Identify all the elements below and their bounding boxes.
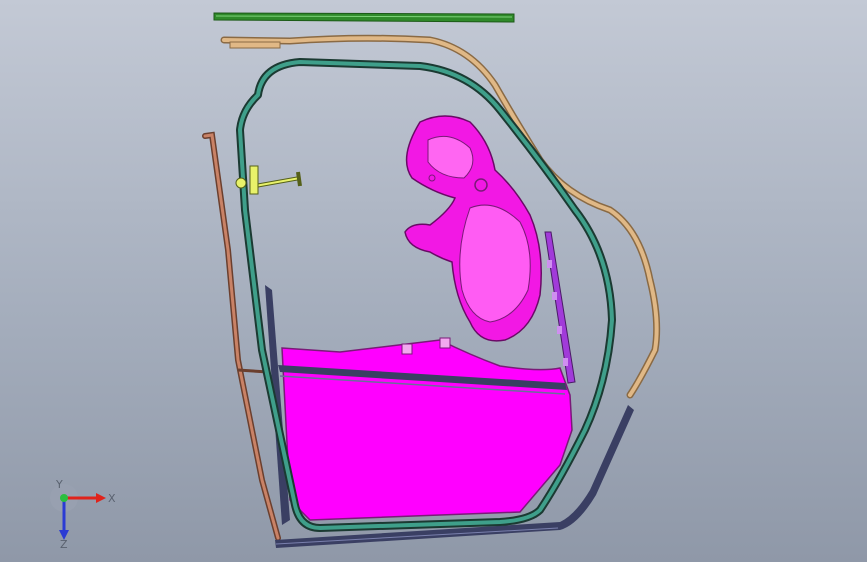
- door-assembly-model[interactable]: [0, 0, 867, 562]
- y-axis-dot: [60, 494, 68, 502]
- cad-graphics-viewport[interactable]: X Y Z: [0, 0, 867, 562]
- y-axis-label: Y: [55, 478, 63, 491]
- magenta-lower-panel[interactable]: [281, 337, 573, 521]
- magenta-inner-panel[interactable]: [404, 115, 542, 342]
- x-axis-head: [96, 493, 106, 503]
- orientation-triad: X Y Z: [50, 478, 116, 548]
- purple-bracket[interactable]: [544, 231, 576, 384]
- top-green-strip[interactable]: [213, 12, 515, 23]
- z-axis-label: Z: [60, 538, 68, 548]
- x-axis-label: X: [108, 492, 116, 505]
